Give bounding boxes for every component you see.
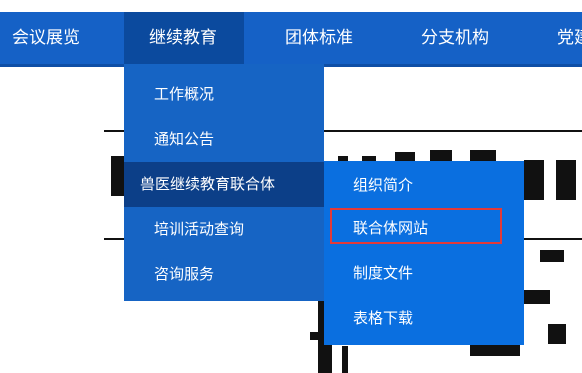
main-navbar: 会议展览 继续教育 团体标准 分支机构 党建 bbox=[0, 12, 582, 67]
dropdown-item-work-overview[interactable]: 工作概况 bbox=[124, 72, 324, 117]
dropdown-item-training-query[interactable]: 培训活动查询 bbox=[124, 207, 324, 252]
continuing-education-dropdown: 工作概况 通知公告 兽医继续教育联合体 培训活动查询 咨询服务 bbox=[124, 64, 324, 301]
nav-item-conference[interactable]: 会议展览 bbox=[12, 12, 80, 64]
top-strip bbox=[0, 0, 582, 12]
background-glyph bbox=[310, 332, 324, 340]
background-glyph bbox=[540, 250, 564, 262]
background-glyph bbox=[556, 160, 576, 200]
dropdown-item-notices[interactable]: 通知公告 bbox=[124, 117, 324, 162]
nav-item-branches[interactable]: 分支机构 bbox=[421, 12, 489, 64]
highlight-box bbox=[330, 208, 502, 244]
submenu-item-form-download[interactable]: 表格下载 bbox=[324, 296, 524, 341]
alliance-submenu: 组织简介 联合体网站 制度文件 表格下载 bbox=[324, 161, 524, 345]
nav-item-continuing-education[interactable]: 继续教育 bbox=[124, 12, 244, 64]
background-glyph bbox=[524, 160, 544, 200]
dropdown-item-consulting[interactable]: 咨询服务 bbox=[124, 252, 324, 297]
background-glyph bbox=[548, 324, 566, 344]
background-glyph bbox=[470, 344, 520, 356]
dropdown-item-vet-education-alliance[interactable]: 兽医继续教育联合体 bbox=[124, 162, 324, 207]
submenu-item-org-intro[interactable]: 组织简介 bbox=[324, 163, 524, 208]
nav-item-group-standards[interactable]: 团体标准 bbox=[285, 12, 353, 64]
submenu-item-policy-docs[interactable]: 制度文件 bbox=[324, 251, 524, 296]
background-glyph bbox=[342, 346, 348, 373]
background-glyph bbox=[520, 290, 550, 304]
nav-item-party-building[interactable]: 党建 bbox=[557, 12, 582, 64]
background-glyph bbox=[111, 156, 125, 196]
